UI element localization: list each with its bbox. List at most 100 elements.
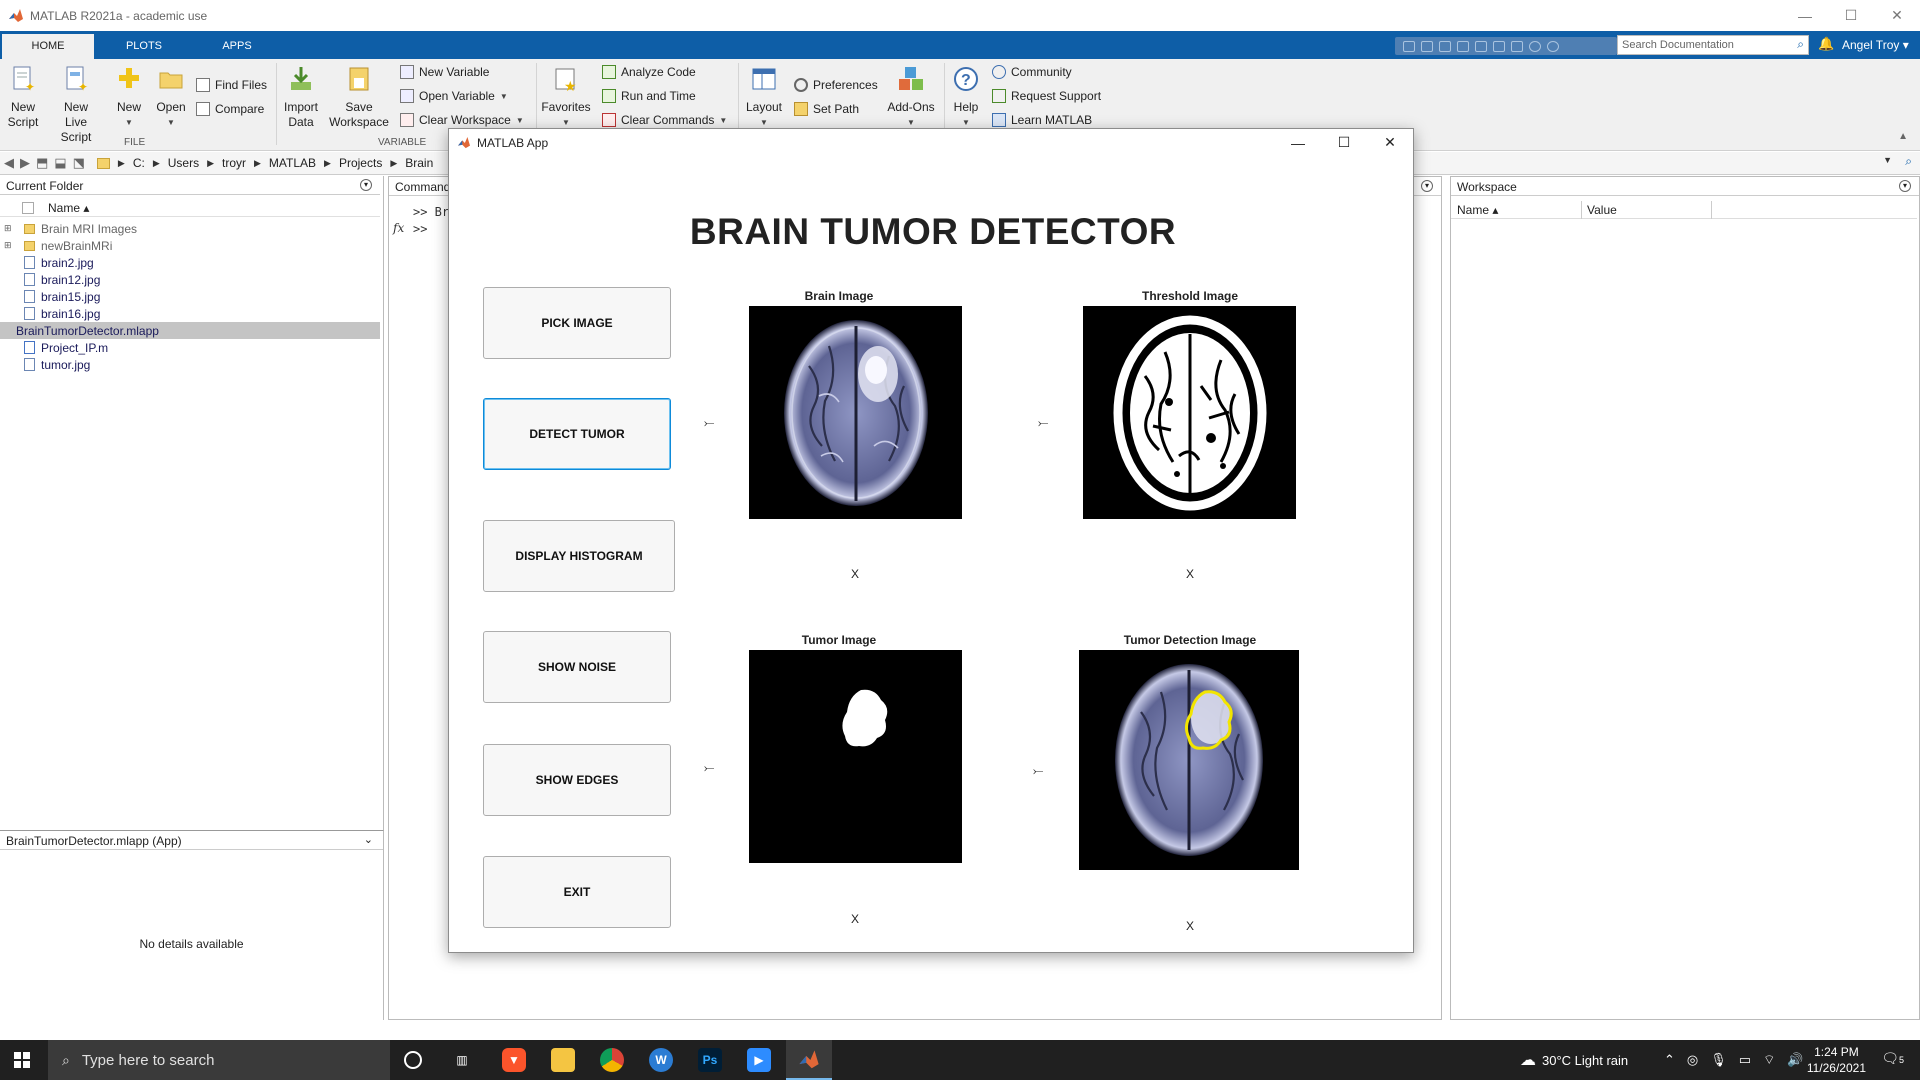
- panel-menu-icon[interactable]: ▾: [360, 179, 372, 191]
- panel-menu-icon[interactable]: ▾: [1899, 180, 1911, 192]
- layout-button[interactable]: Layout ▼: [742, 65, 786, 130]
- community-icon[interactable]: [1547, 40, 1559, 52]
- word-icon[interactable]: W: [649, 1048, 673, 1072]
- list-item[interactable]: ⊞ newBrainMRi: [0, 237, 380, 254]
- clear-workspace-button[interactable]: Clear Workspace ▼: [400, 113, 524, 127]
- undo-icon[interactable]: [1475, 40, 1487, 52]
- paste-icon[interactable]: [1457, 40, 1469, 52]
- new-button[interactable]: New ▼: [112, 65, 146, 130]
- community-button[interactable]: Community: [992, 65, 1072, 79]
- close-icon[interactable]: ✕: [1874, 0, 1920, 31]
- taskbar-clock[interactable]: 1:24 PM 11/26/2021: [1807, 1044, 1866, 1076]
- photoshop-icon[interactable]: Ps: [698, 1048, 722, 1072]
- display-histogram-button[interactable]: DISPLAY HISTOGRAM: [483, 520, 675, 592]
- chevron-down-icon[interactable]: ▼: [1883, 155, 1892, 165]
- list-item[interactable]: brain16.jpg: [0, 305, 380, 322]
- current-folder-column-header[interactable]: Name ▴: [0, 200, 380, 217]
- name-column-header[interactable]: Name ▴: [1457, 203, 1498, 217]
- clear-commands-button[interactable]: Clear Commands ▼: [602, 113, 727, 127]
- notification-center-icon[interactable]: 🗨5: [1881, 1050, 1904, 1067]
- list-item[interactable]: Project_IP.m: [0, 339, 380, 356]
- root-folder-icon[interactable]: ⬔: [73, 155, 85, 171]
- list-item[interactable]: tumor.jpg: [0, 356, 380, 373]
- brave-browser-icon[interactable]: ▼: [502, 1048, 526, 1072]
- list-item[interactable]: brain15.jpg: [0, 288, 380, 305]
- breadcrumb-item[interactable]: Brain: [405, 156, 433, 170]
- up-folder-icon[interactable]: ⬒: [36, 155, 48, 171]
- cut-icon[interactable]: [1421, 40, 1433, 52]
- list-item[interactable]: brain12.jpg: [0, 271, 380, 288]
- favorites-button[interactable]: ★ Favorites ▼: [540, 65, 592, 130]
- tab-home[interactable]: HOME: [2, 34, 94, 59]
- show-noise-button[interactable]: SHOW NOISE: [483, 631, 671, 703]
- open-variable-button[interactable]: Open Variable ▼: [400, 89, 508, 103]
- maximize-icon[interactable]: ☐: [1321, 129, 1367, 156]
- value-column-header[interactable]: Value: [1587, 203, 1617, 217]
- tab-plots[interactable]: PLOTS: [98, 34, 190, 59]
- forward-arrow-icon[interactable]: ▶: [20, 155, 30, 171]
- tab-apps[interactable]: APPS: [191, 34, 283, 59]
- expand-icon[interactable]: ⊞: [4, 223, 16, 234]
- wifi-icon[interactable]: ⌔: [1763, 1052, 1775, 1068]
- save-icon[interactable]: [1403, 40, 1415, 52]
- function-browser-icon[interactable]: fx: [393, 221, 404, 235]
- command-prompt[interactable]: >>: [413, 222, 427, 236]
- exit-button[interactable]: EXIT: [483, 856, 671, 928]
- collapse-ribbon-icon[interactable]: ▲: [1898, 131, 1908, 142]
- breadcrumb-item[interactable]: troyr: [222, 156, 246, 170]
- battery-icon[interactable]: ▭: [1739, 1052, 1751, 1068]
- pick-image-button[interactable]: PICK IMAGE: [483, 287, 671, 359]
- find-files-button[interactable]: Find Files: [196, 78, 267, 92]
- list-item[interactable]: brain2.jpg: [0, 254, 380, 271]
- new-live-script-button[interactable]: ✦ New Live Script: [48, 65, 104, 145]
- chrome-icon[interactable]: [600, 1048, 624, 1072]
- minimize-icon[interactable]: —: [1782, 0, 1828, 31]
- new-variable-button[interactable]: New Variable: [400, 65, 489, 79]
- help-button[interactable]: ? Help ▼: [948, 65, 984, 130]
- windows-start-icon[interactable]: [14, 1052, 30, 1068]
- save-workspace-button[interactable]: Save Workspace: [328, 65, 390, 130]
- close-icon[interactable]: ✕: [1367, 129, 1413, 156]
- details-header[interactable]: BrainTumorDetector.mlapp (App) ⌄: [0, 831, 383, 850]
- import-data-button[interactable]: Import Data: [280, 65, 322, 130]
- list-item[interactable]: ⊞ Brain MRI Images: [0, 220, 380, 237]
- new-script-button[interactable]: ✦ New Script: [6, 65, 40, 130]
- file-explorer-icon[interactable]: [551, 1048, 575, 1072]
- notification-bell-icon[interactable]: 🔔: [1818, 36, 1834, 52]
- network-camera-icon[interactable]: ◎: [1687, 1052, 1698, 1068]
- breadcrumb-item[interactable]: Projects: [339, 156, 382, 170]
- breadcrumb-item[interactable]: Users: [168, 156, 199, 170]
- switch-windows-icon[interactable]: [1511, 40, 1523, 52]
- weather-widget[interactable]: ☁ 30°C Light rain: [1520, 1040, 1628, 1080]
- compare-button[interactable]: Compare: [196, 102, 264, 116]
- maximize-icon[interactable]: ☐: [1828, 0, 1874, 31]
- volume-icon[interactable]: 🔊: [1787, 1052, 1803, 1068]
- help-icon[interactable]: [1529, 40, 1541, 52]
- search-icon[interactable]: ⌕: [1905, 154, 1912, 169]
- panel-menu-icon[interactable]: ▾: [1421, 180, 1433, 192]
- breadcrumb-item[interactable]: MATLAB: [269, 156, 316, 170]
- set-path-button[interactable]: Set Path: [794, 102, 859, 116]
- browse-folder-icon[interactable]: ⬓: [54, 155, 66, 171]
- back-arrow-icon[interactable]: ◀: [4, 155, 14, 171]
- request-support-button[interactable]: Request Support: [992, 89, 1101, 103]
- task-view-icon[interactable]: ▥: [450, 1048, 474, 1072]
- detect-tumor-button[interactable]: DETECT TUMOR: [483, 398, 671, 470]
- chevron-up-icon[interactable]: ⌃: [1664, 1052, 1675, 1068]
- taskbar-search-input[interactable]: ⌕ Type here to search: [48, 1040, 390, 1080]
- copy-icon[interactable]: [1439, 40, 1451, 52]
- search-documentation-input[interactable]: Search Documentation ⌕: [1617, 35, 1809, 55]
- user-menu[interactable]: Angel Troy ▾: [1842, 38, 1909, 52]
- learn-matlab-button[interactable]: Learn MATLAB: [992, 113, 1092, 127]
- chevron-down-icon[interactable]: ⌄: [364, 833, 373, 846]
- add-ons-button[interactable]: Add-Ons ▼: [884, 65, 938, 130]
- show-edges-button[interactable]: SHOW EDGES: [483, 744, 671, 816]
- minimize-icon[interactable]: —: [1275, 129, 1321, 156]
- open-button[interactable]: Open ▼: [154, 65, 188, 130]
- analyze-code-button[interactable]: Analyze Code: [602, 65, 696, 79]
- run-and-time-button[interactable]: Run and Time: [602, 89, 696, 103]
- breadcrumb-item[interactable]: C:: [133, 156, 145, 170]
- redo-icon[interactable]: [1493, 40, 1505, 52]
- preferences-button[interactable]: Preferences: [794, 78, 878, 92]
- microphone-icon[interactable]: 🎙: [1710, 1052, 1727, 1068]
